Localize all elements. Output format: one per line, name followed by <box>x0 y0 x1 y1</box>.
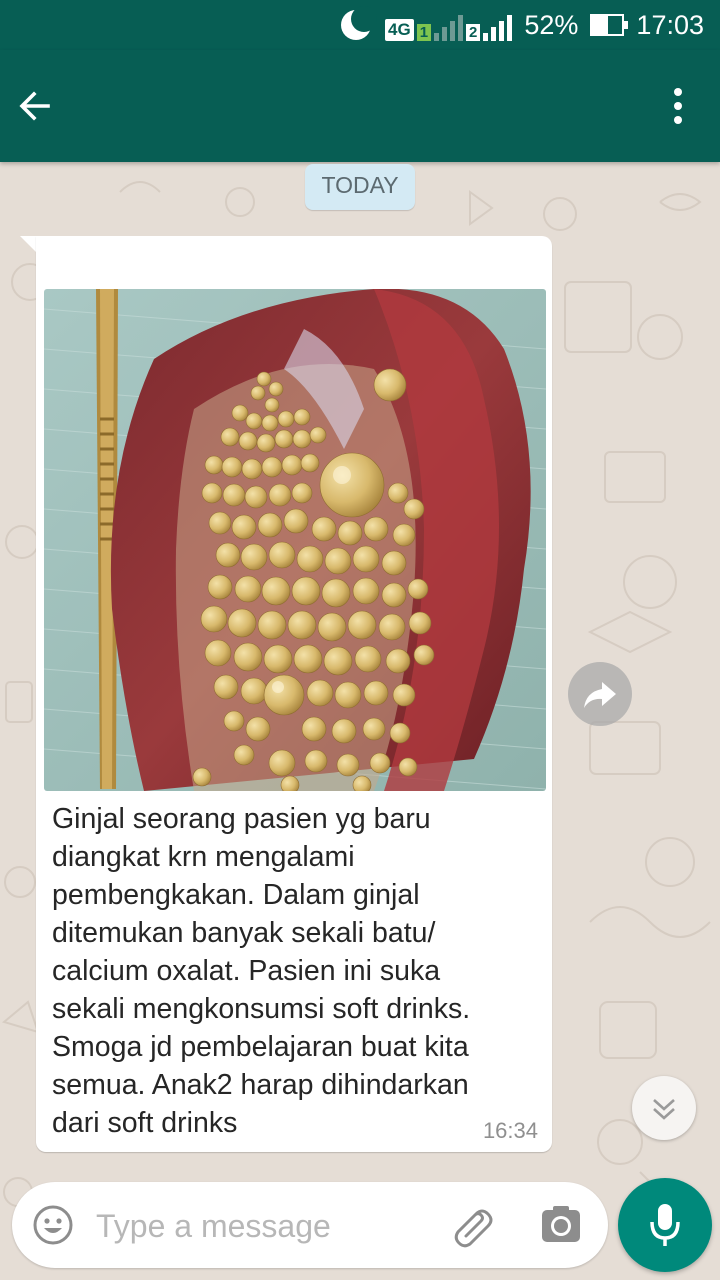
network-indicator: 4G 1 2 <box>385 9 513 41</box>
date-chip: TODAY <box>305 164 415 210</box>
app-bar <box>0 50 720 162</box>
camera-icon[interactable] <box>540 1204 582 1246</box>
message-bubble[interactable]: Ginjal seorang pasien yg baru diangkat k… <box>36 236 552 1152</box>
sim1-label: 1 <box>416 24 432 41</box>
message-text: Ginjal seorang pasien yg baru diangkat k… <box>52 803 471 1139</box>
message-time: 16:34 <box>482 1118 538 1143</box>
back-arrow-icon[interactable] <box>14 86 54 126</box>
attach-icon[interactable] <box>448 1202 496 1250</box>
signal-icon <box>483 11 513 41</box>
forward-icon <box>584 682 616 708</box>
emoji-icon[interactable] <box>32 1204 74 1246</box>
moon-icon <box>339 6 377 42</box>
message-image[interactable] <box>44 289 546 791</box>
network-type: 4G <box>385 19 414 41</box>
kidney-stones-image <box>44 289 546 791</box>
scroll-down-button[interactable] <box>632 1076 696 1140</box>
more-vert-icon[interactable] <box>672 88 684 126</box>
battery-icon <box>590 14 629 36</box>
message-input[interactable] <box>94 1200 438 1252</box>
sim2-label: 2 <box>466 24 481 41</box>
chevron-double-down-icon <box>653 1099 675 1120</box>
battery-percent: 52% <box>524 9 579 40</box>
mic-icon <box>650 1204 680 1246</box>
status-bar: 4G 1 2 52% 17:03 <box>0 0 720 50</box>
mic-button[interactable] <box>618 1178 712 1272</box>
message-input-bar <box>12 1182 608 1268</box>
clock: 17:03 <box>636 9 704 40</box>
forward-button[interactable] <box>568 662 632 726</box>
signal-icon <box>434 11 464 41</box>
